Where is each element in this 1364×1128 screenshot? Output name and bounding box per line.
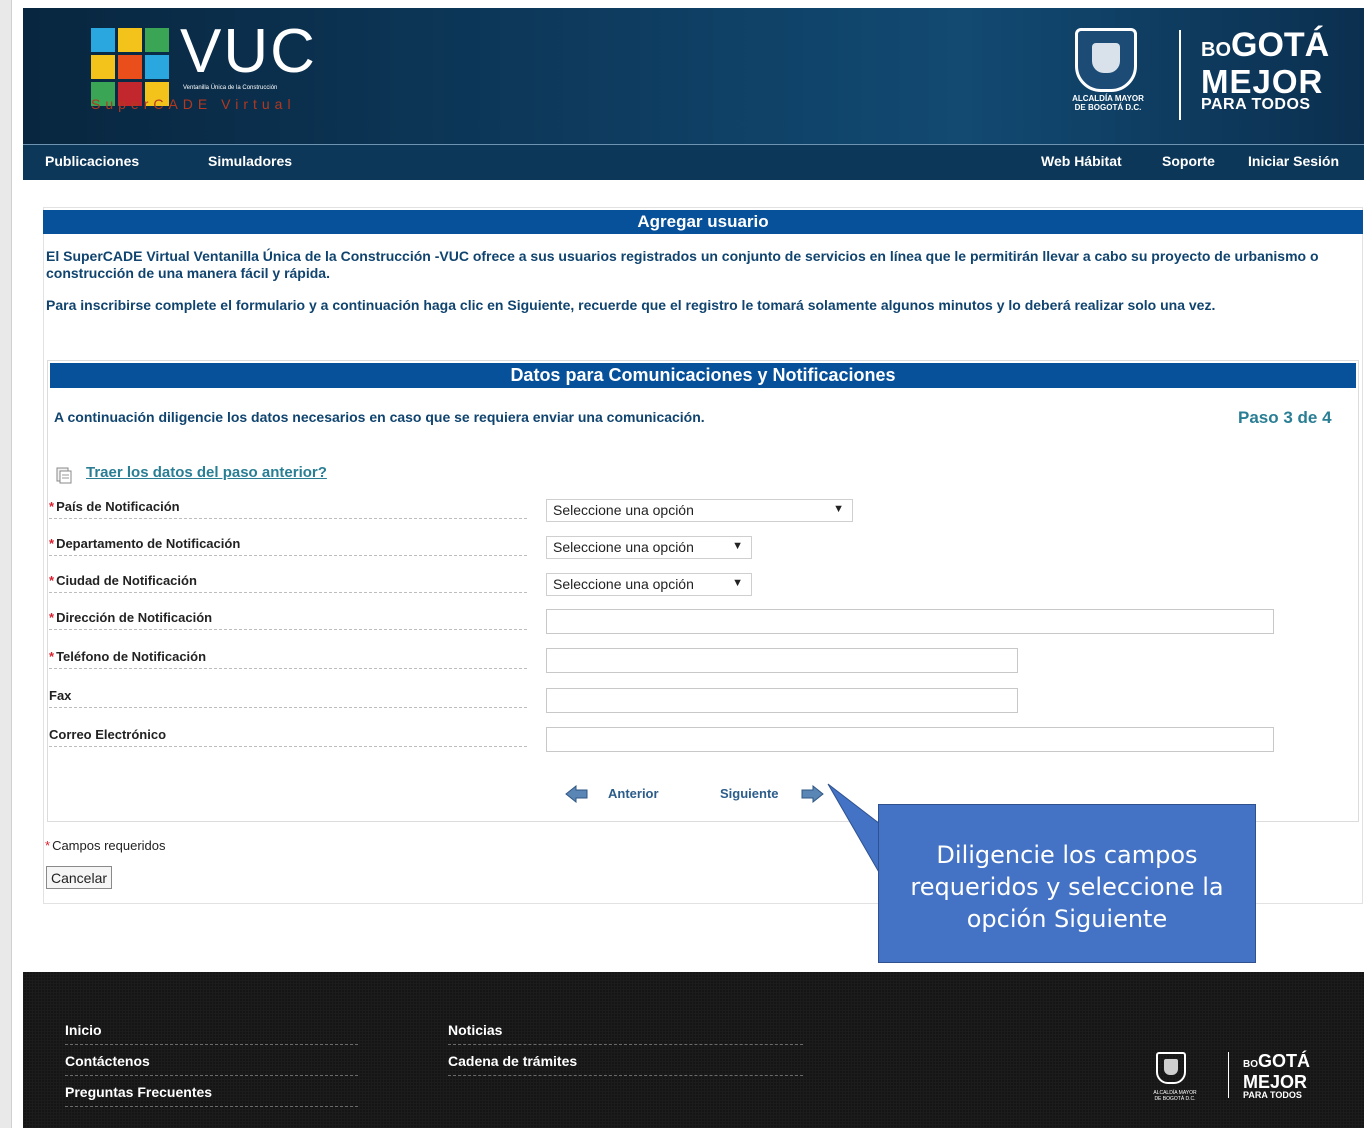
bogota-logo: BOGOTÁ MEJOR PARA TODOS <box>1201 28 1329 113</box>
alcaldia-text: ALCALDÍA MAYOR DE BOGOTÁ D.C. <box>1053 94 1163 112</box>
required-mark: * <box>49 610 55 625</box>
correo-label-text: Correo Electrónico <box>49 727 167 742</box>
dropdown-arrow-icon: ▼ <box>833 503 844 515</box>
footer-bogota-big: GOTÁ <box>1258 1051 1310 1071</box>
footer-bogota-logo: BOGOTÁ MEJOR PARA TODOS <box>1243 1052 1310 1100</box>
required-note: * Campos requeridos <box>45 838 166 853</box>
direccion-label-text: Dirección de Notificación <box>56 610 213 625</box>
telefono-input[interactable] <box>546 648 1018 673</box>
bring-previous-data-link[interactable]: Traer los datos del paso anterior? <box>86 464 327 481</box>
departamento-select-value: Seleccione una opción <box>553 539 694 555</box>
pais-select-value: Seleccione una opción <box>553 502 694 518</box>
footer-link-contactenos[interactable]: Contáctenos <box>65 1053 358 1076</box>
alcaldia-line1: ALCALDÍA MAYOR <box>1072 94 1144 103</box>
alcaldia-shield-icon <box>1075 28 1137 92</box>
required-mark: * <box>45 838 51 853</box>
intro-paragraph-2: Para inscribirse complete el formulario … <box>46 297 1216 313</box>
step-indicator: Paso 3 de 4 <box>1238 408 1332 427</box>
logo-subtitle: Ventanilla Única de la Construcción <box>183 85 278 91</box>
footer-shield-icon <box>1156 1052 1186 1084</box>
field-label-correo: Correo Electrónico <box>49 727 527 747</box>
required-mark: * <box>49 536 55 551</box>
logo-title: VUC <box>180 17 317 86</box>
fax-input[interactable] <box>546 688 1018 713</box>
form-instruction: A continuación diligencie los datos nece… <box>54 409 705 425</box>
nav-web-habitat[interactable]: Web Hábitat <box>1041 153 1122 169</box>
bogota-line2: MEJOR <box>1201 63 1324 100</box>
field-label-fax: Fax <box>49 688 527 708</box>
footer-bogota-line2: MEJOR <box>1243 1072 1308 1092</box>
intro-paragraph-1: El SuperCADE Virtual Ventanilla Única de… <box>46 248 1319 281</box>
instruction-callout: Diligencie los campos requeridos y selec… <box>878 804 1256 963</box>
header-divider <box>1179 30 1181 120</box>
cancel-button[interactable]: Cancelar <box>46 866 113 889</box>
footer-link-noticias[interactable]: Noticias <box>448 1022 803 1045</box>
bogota-small: BO <box>1201 39 1231 61</box>
page: VUC Ventanilla Única de la Construcción … <box>23 0 1364 1128</box>
required-note-text: Campos requeridos <box>52 838 166 853</box>
ciudad-select-value: Seleccione una opción <box>553 576 694 592</box>
field-label-pais: * País de Notificación <box>49 499 527 519</box>
nav-publicaciones[interactable]: Publicaciones <box>45 153 139 169</box>
field-label-ciudad: * Ciudad de Notificación <box>49 573 527 593</box>
departamento-select[interactable]: Seleccione una opción ▼ <box>546 536 752 559</box>
dropdown-arrow-icon: ▼ <box>732 540 743 552</box>
ciudad-label-text: Ciudad de Notificación <box>56 573 197 588</box>
footer-alcaldia-text: ALCALDÍA MAYOR DE BOGOTÁ D.C. <box>1145 1090 1205 1102</box>
arrow-left-icon[interactable] <box>565 785 589 803</box>
footer-link-cadena-tramites[interactable]: Cadena de trámites <box>448 1053 803 1076</box>
field-label-telefono: * Teléfono de Notificación <box>49 649 527 669</box>
pais-label-text: País de Notificación <box>56 499 180 514</box>
direccion-input[interactable] <box>546 609 1274 634</box>
bogota-big: GOTÁ <box>1231 26 1330 64</box>
form-section-title: Datos para Comunicaciones y Notificacion… <box>50 363 1356 388</box>
left-scroll-edge <box>0 0 12 1128</box>
dropdown-arrow-icon: ▼ <box>732 577 743 589</box>
copy-document-icon[interactable] <box>55 466 73 484</box>
alcaldia-line2: DE BOGOTÁ D.C. <box>1074 103 1142 112</box>
siguiente-button[interactable]: Siguiente <box>720 786 779 801</box>
ciudad-select[interactable]: Seleccione una opción ▼ <box>546 573 752 596</box>
pais-select[interactable]: Seleccione una opción ▼ <box>546 499 853 522</box>
footer-link-inicio[interactable]: Inicio <box>65 1022 358 1045</box>
footer-link-preguntas[interactable]: Preguntas Frecuentes <box>65 1084 358 1107</box>
nav-simuladores[interactable]: Simuladores <box>208 153 292 169</box>
footer-bogota-small: BO <box>1243 1059 1258 1070</box>
bogota-line3: PARA TODOS <box>1201 96 1311 113</box>
page-title: Agregar usuario <box>43 210 1363 234</box>
footer-bogota-line3: PARA TODOS <box>1243 1090 1302 1100</box>
nav-iniciar-sesion[interactable]: Iniciar Sesión <box>1248 153 1339 169</box>
logo-tagline: SuperCADE Virtual <box>91 96 296 112</box>
field-label-departamento: * Departamento de Notificación <box>49 536 527 556</box>
anterior-button[interactable]: Anterior <box>608 786 659 801</box>
field-label-direccion: * Dirección de Notificación <box>49 610 527 630</box>
site-footer: Inicio Contáctenos Preguntas Frecuentes … <box>23 972 1364 1128</box>
telefono-label-text: Teléfono de Notificación <box>56 649 207 664</box>
footer-alcaldia-line2: DE BOGOTÁ D.C. <box>1154 1096 1196 1102</box>
footer-divider <box>1228 1052 1229 1098</box>
main-nav: Publicaciones Simuladores Web Hábitat So… <box>23 144 1364 180</box>
departamento-label-text: Departamento de Notificación <box>56 536 241 551</box>
required-mark: * <box>49 499 55 514</box>
required-mark: * <box>49 573 55 588</box>
nav-soporte[interactable]: Soporte <box>1162 153 1215 169</box>
required-mark: * <box>49 649 55 664</box>
site-header: VUC Ventanilla Única de la Construcción … <box>23 8 1364 144</box>
correo-input[interactable] <box>546 727 1274 752</box>
fax-label-text: Fax <box>49 688 72 703</box>
